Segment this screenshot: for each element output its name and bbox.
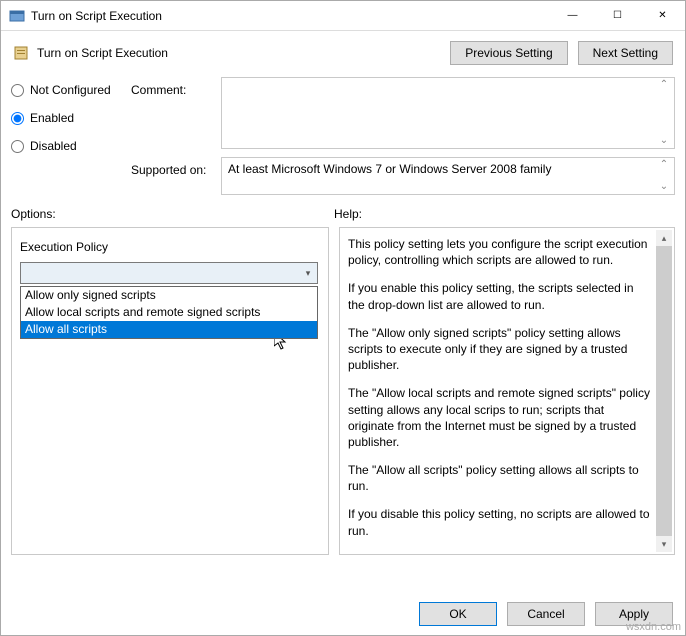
radio-disabled-input[interactable] [11, 140, 24, 153]
options-panel: Execution Policy ▾ Allow only signed scr… [11, 227, 329, 555]
supported-scroll: ⌃⌄ [656, 160, 672, 192]
dialog-window: Turn on Script Execution — ☐ ✕ Turn on S… [0, 0, 686, 636]
help-text-4: The "Allow local scripts and remote sign… [348, 385, 652, 450]
radio-disabled[interactable]: Disabled [11, 139, 131, 153]
help-text-5: The "Allow all scripts" policy setting a… [348, 462, 652, 494]
options-label: Options: [11, 207, 334, 221]
dropdown-item-local-remote[interactable]: Allow local scripts and remote signed sc… [21, 304, 317, 321]
cancel-button[interactable]: Cancel [507, 602, 585, 626]
next-setting-button[interactable]: Next Setting [578, 41, 673, 65]
close-button[interactable]: ✕ [640, 1, 685, 30]
execution-policy-label: Execution Policy [20, 240, 320, 254]
supported-on-text: At least Microsoft Windows 7 or Windows … [228, 162, 551, 176]
help-text-2: If you enable this policy setting, the s… [348, 280, 652, 312]
help-panel: This policy setting lets you configure t… [339, 227, 675, 555]
config-grid: Not Configured Enabled Disabled Comment:… [1, 71, 685, 203]
radio-enabled-label: Enabled [30, 111, 74, 125]
section-labels: Options: Help: [1, 203, 685, 227]
scroll-up-icon[interactable]: ▴ [656, 230, 672, 246]
supported-on-box: At least Microsoft Windows 7 or Windows … [221, 157, 675, 195]
help-scrollbar[interactable]: ▴ ▾ [656, 230, 672, 552]
execution-policy-dropdown: Allow only signed scripts Allow local sc… [20, 286, 318, 339]
nav-buttons: Previous Setting Next Setting [450, 41, 673, 65]
ok-button[interactable]: OK [419, 602, 497, 626]
radio-not-configured[interactable]: Not Configured [11, 83, 131, 97]
scroll-thumb[interactable] [656, 246, 672, 536]
comment-textarea[interactable]: ⌃⌄ [221, 77, 675, 149]
dropdown-item-signed[interactable]: Allow only signed scripts [21, 287, 317, 304]
titlebar: Turn on Script Execution — ☐ ✕ [1, 1, 685, 31]
header-row: Turn on Script Execution Previous Settin… [1, 31, 685, 71]
panels: Execution Policy ▾ Allow only signed scr… [1, 227, 685, 555]
footer: OK Cancel Apply [1, 593, 685, 635]
execution-policy-combo[interactable]: ▾ [20, 262, 318, 284]
policy-title: Turn on Script Execution [37, 46, 450, 60]
scroll-down-icon[interactable]: ▾ [656, 536, 672, 552]
state-radios: Not Configured Enabled Disabled [11, 77, 131, 195]
help-text-7: Note: This policy setting exists under b… [348, 551, 652, 555]
window-title: Turn on Script Execution [31, 9, 550, 23]
dropdown-item-allow-all[interactable]: Allow all scripts [21, 321, 317, 338]
comment-label: Comment: [131, 77, 221, 149]
radio-not-configured-label: Not Configured [30, 83, 111, 97]
radio-enabled[interactable]: Enabled [11, 111, 131, 125]
previous-setting-button[interactable]: Previous Setting [450, 41, 567, 65]
combo-chevron-icon[interactable]: ▾ [299, 263, 317, 283]
watermark: wsxdn.com [626, 621, 681, 633]
supported-label: Supported on: [131, 157, 221, 195]
radio-disabled-label: Disabled [30, 139, 77, 153]
window-buttons: — ☐ ✕ [550, 1, 685, 30]
comment-scroll: ⌃⌄ [656, 80, 672, 146]
help-label: Help: [334, 207, 362, 221]
policy-icon [13, 45, 29, 61]
help-text-3: The "Allow only signed scripts" policy s… [348, 325, 652, 374]
maximize-button[interactable]: ☐ [595, 1, 640, 30]
help-text-1: This policy setting lets you configure t… [348, 236, 652, 268]
minimize-button[interactable]: — [550, 1, 595, 30]
app-icon [9, 8, 25, 24]
radio-enabled-input[interactable] [11, 112, 24, 125]
help-text-6: If you disable this policy setting, no s… [348, 506, 652, 538]
radio-not-configured-input[interactable] [11, 84, 24, 97]
